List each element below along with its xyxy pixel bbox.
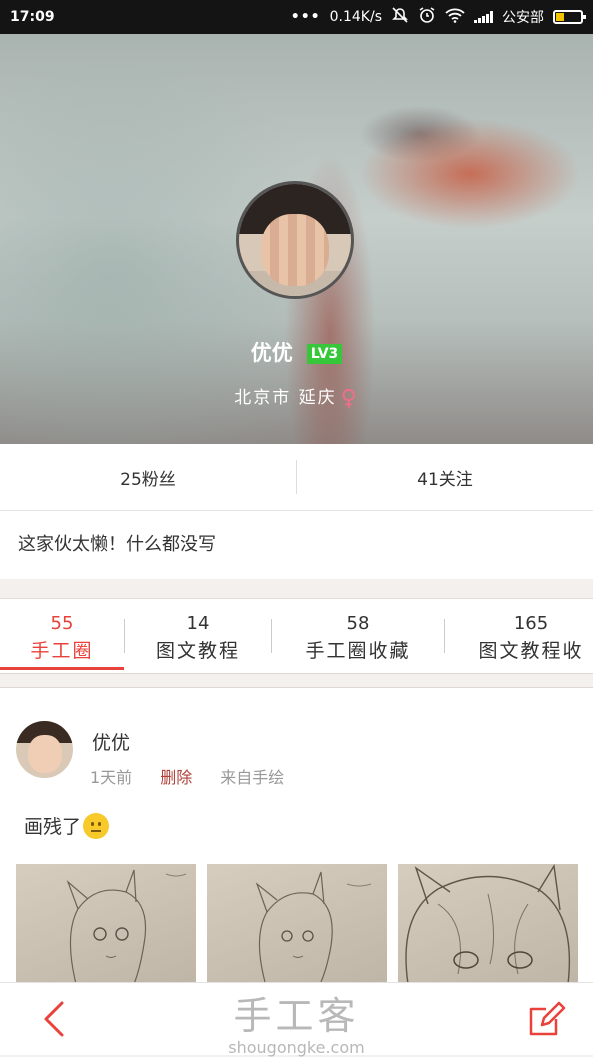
- edit-icon: [529, 1001, 566, 1036]
- profile-avatar[interactable]: [236, 181, 354, 299]
- watermark-text: 手工客: [233, 994, 360, 1038]
- status-bar: 17:09 ••• 0.14K/s 公安部: [0, 0, 593, 34]
- mute-icon: [391, 7, 409, 27]
- stats-row: 25粉丝 41关注: [0, 444, 593, 511]
- post-source: 来自手绘: [220, 768, 285, 787]
- chevron-left-icon: [44, 1001, 64, 1037]
- delete-button[interactable]: 删除: [160, 764, 192, 788]
- edit-button[interactable]: [526, 999, 566, 1039]
- carrier-name: 公安部: [502, 10, 544, 26]
- active-tab-indicator: [0, 667, 124, 670]
- post-image-2[interactable]: [207, 864, 387, 988]
- profile-location: 北京市 延庆: [234, 388, 337, 408]
- profile-location-row: 北京市 延庆 ♀: [0, 383, 593, 411]
- fans-count[interactable]: 25粉丝: [0, 444, 296, 510]
- tab-label: 图文教程收: [478, 640, 584, 662]
- profile-header: 优优 LV3 北京市 延庆 ♀: [0, 34, 593, 444]
- post-avatar[interactable]: [16, 721, 73, 778]
- profile-tabs: 55 手工圈 14 图文教程 58 手工圈收藏 165 图文教程收: [0, 598, 593, 674]
- post-text-row: 画残了: [24, 812, 110, 839]
- tab-label: 图文教程: [155, 640, 240, 662]
- network-speed: 0.14K/s: [329, 9, 382, 25]
- tab-label: 手工圈收藏: [305, 640, 411, 662]
- female-gender-icon: ♀: [340, 386, 359, 411]
- following-count[interactable]: 41关注: [297, 444, 593, 510]
- post-author[interactable]: 优优: [92, 728, 130, 755]
- alarm-icon: [418, 6, 436, 28]
- post-image-1[interactable]: [16, 864, 196, 988]
- profile-bio: 这家伙太懒！什么都没写: [0, 511, 593, 579]
- tab-tutorial-favorites[interactable]: 165 图文教程收: [445, 599, 593, 673]
- tab-circle-favorites[interactable]: 58 手工圈收藏: [272, 599, 444, 673]
- signal-icon: [474, 11, 493, 23]
- tab-count: 55: [50, 613, 74, 634]
- tab-count: 58: [346, 613, 370, 634]
- post-meta: 1天前 删除 来自手绘: [90, 764, 284, 788]
- post-image-3[interactable]: [398, 864, 578, 988]
- more-dots-icon: •••: [290, 9, 321, 25]
- status-icons: ••• 0.14K/s 公安部: [290, 6, 586, 28]
- tab-tutorials[interactable]: 14 图文教程: [125, 599, 271, 673]
- tab-label: 手工圈: [30, 640, 94, 662]
- battery-icon: [553, 10, 586, 24]
- watermark: 手工客 shougongke.com: [0, 983, 593, 1057]
- status-time: 17:09: [10, 9, 55, 25]
- confused-face-emoji-icon: [83, 812, 110, 839]
- tab-count: 14: [186, 613, 210, 634]
- watermark-url: shougongke.com: [228, 1038, 365, 1057]
- post-text: 画残了: [24, 816, 82, 838]
- bottom-bar: 手工客 shougongke.com: [0, 982, 593, 1057]
- back-button[interactable]: [38, 999, 74, 1039]
- post-card: 优优 1天前 删除 来自手绘 画残了: [0, 687, 593, 988]
- profile-name-row: 优优 LV3: [0, 337, 593, 367]
- wifi-icon: [445, 8, 465, 27]
- tab-handcraft-circle[interactable]: 55 手工圈: [0, 599, 124, 673]
- tab-count: 165: [513, 613, 549, 634]
- profile-username: 优优: [250, 341, 293, 365]
- post-time: 1天前: [90, 768, 133, 787]
- level-badge: LV3: [306, 344, 343, 364]
